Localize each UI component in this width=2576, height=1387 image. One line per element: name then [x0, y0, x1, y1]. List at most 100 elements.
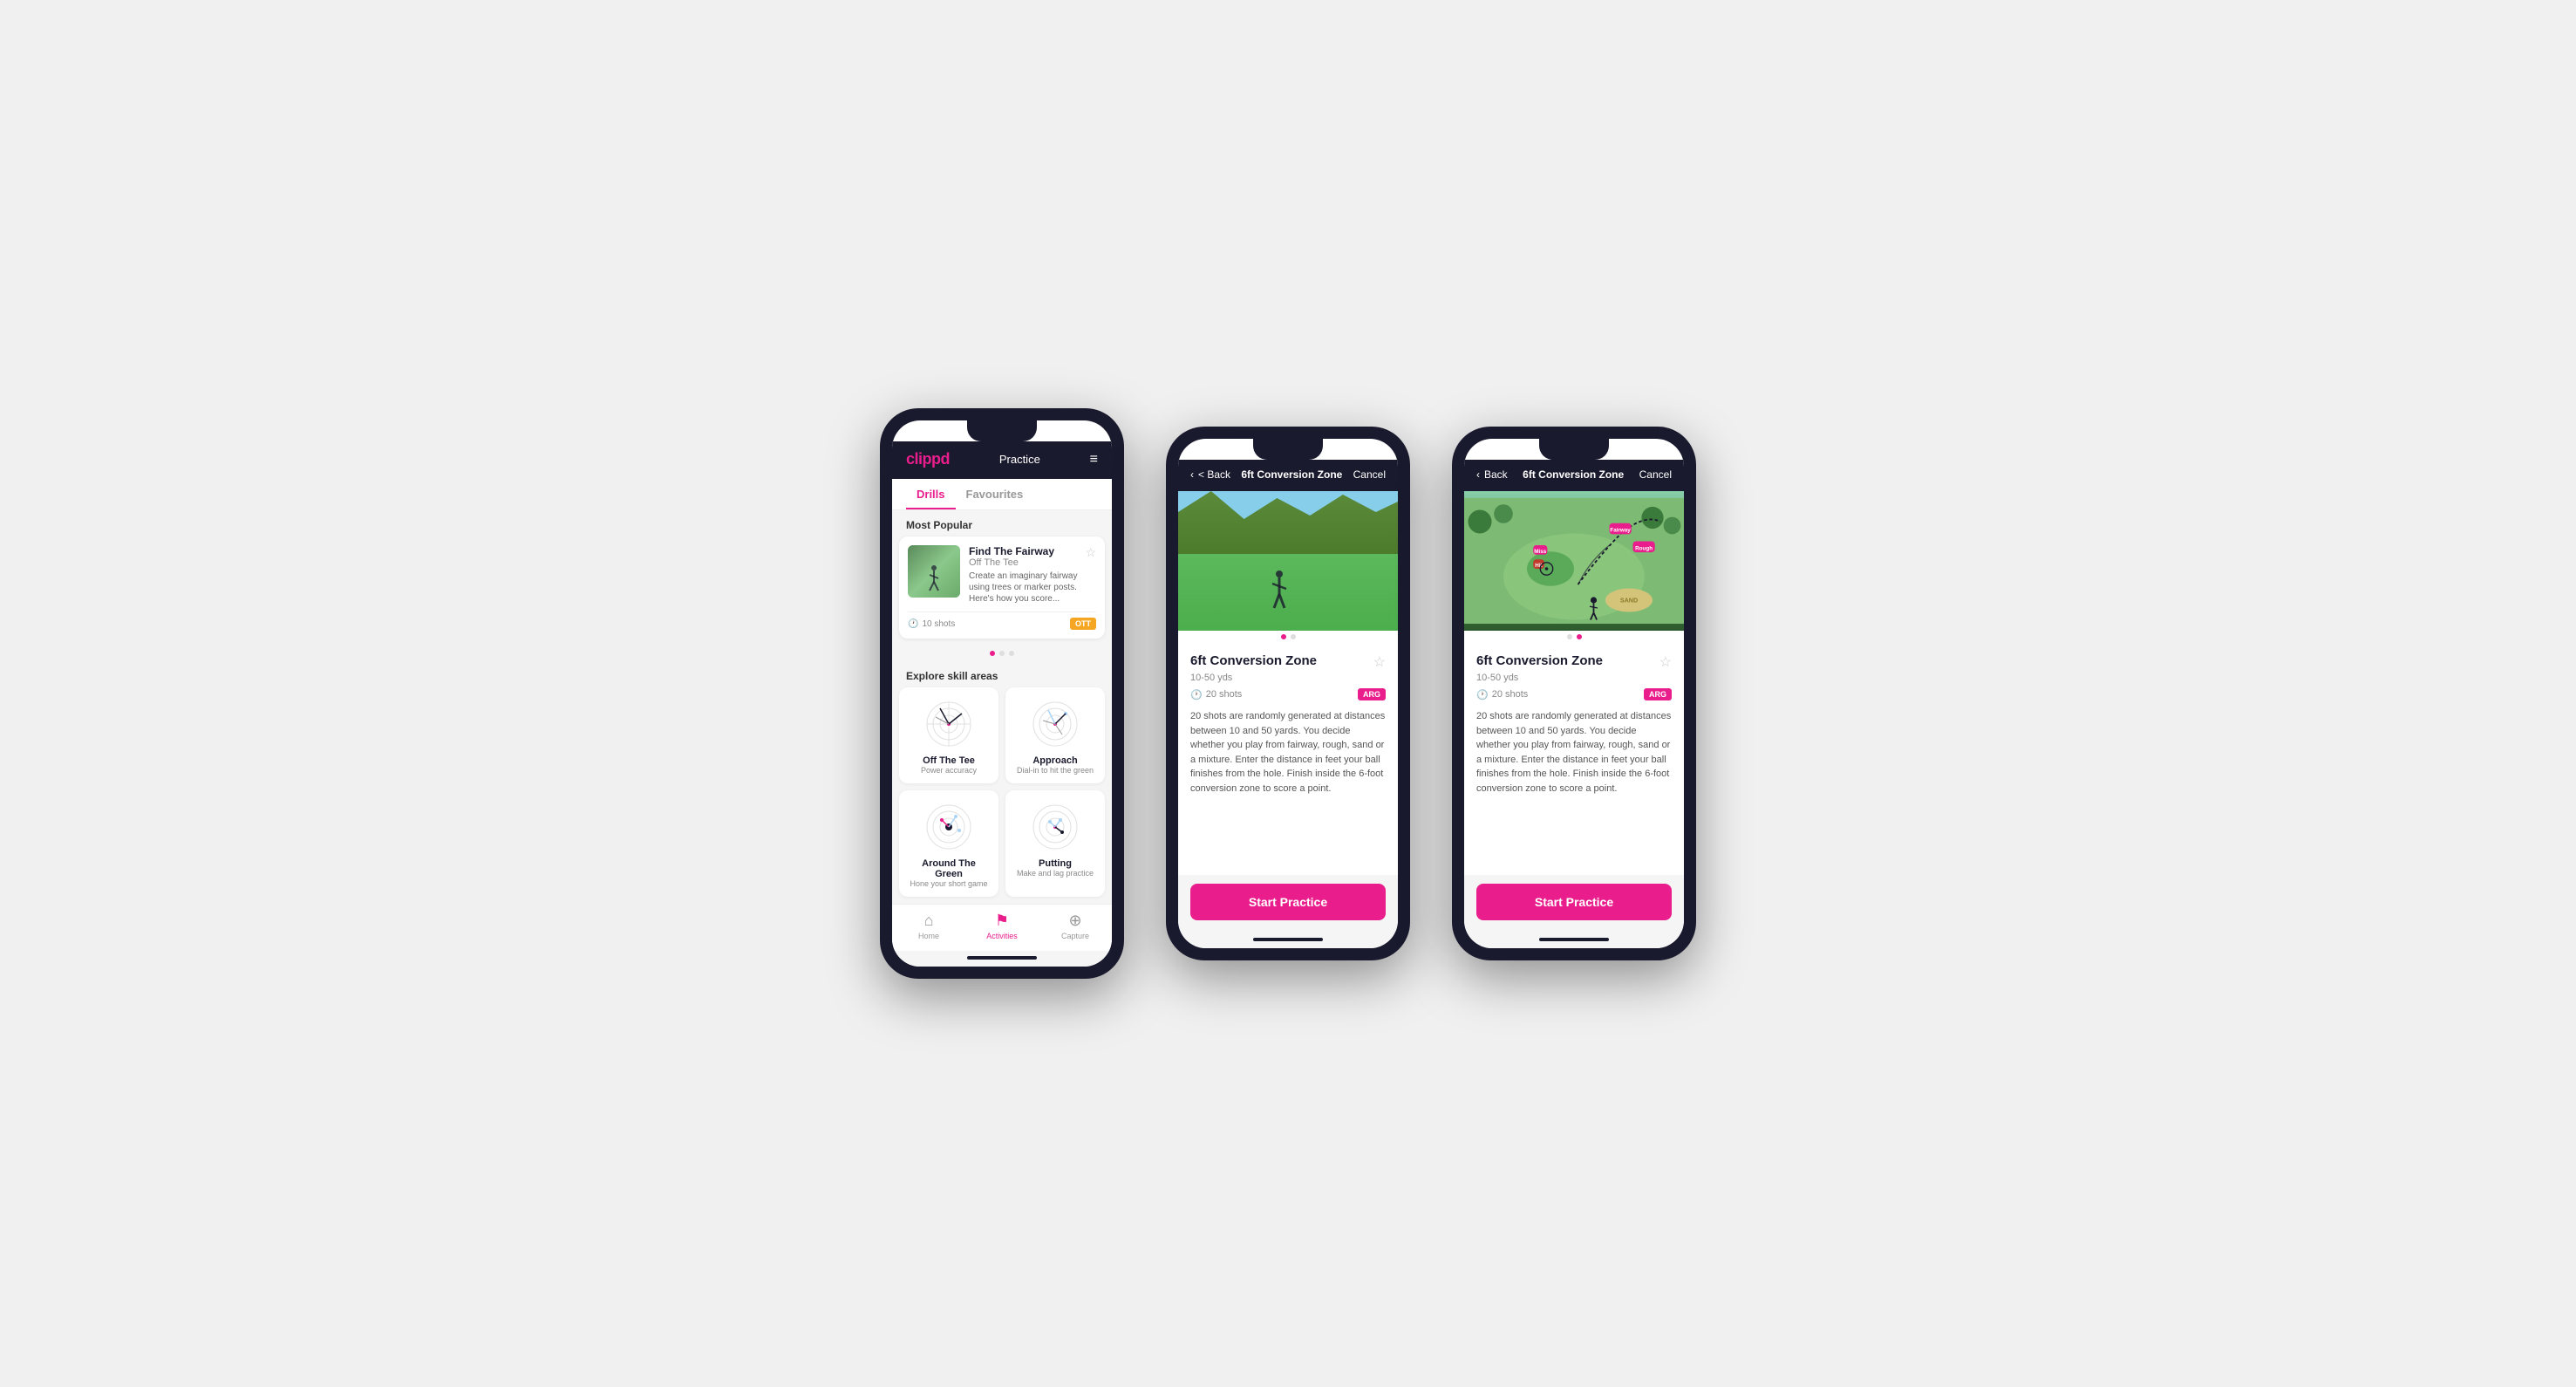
drill-main-title-2: 6ft Conversion Zone: [1190, 653, 1317, 668]
putting-skill-name: Putting: [1039, 858, 1072, 869]
putting-skill-icon: [1029, 801, 1081, 853]
phone-2: ‹ < Back 6ft Conversion Zone Cancel: [1166, 427, 1410, 960]
drill-name: Find The Fairway: [969, 545, 1096, 557]
capture-label: Capture: [1061, 932, 1089, 940]
skill-card-approach[interactable]: Approach Dial-in to hit the green: [1005, 687, 1105, 783]
dot-2: [999, 651, 1005, 656]
screen1-header: clippd Practice ≡: [892, 441, 1112, 479]
drill-shots-info-2: 🕐 20 shots: [1190, 689, 1242, 700]
drill-info: Find The Fairway Off The Tee Create an i…: [969, 545, 1096, 605]
screen3-title: 6ft Conversion Zone: [1523, 468, 1624, 481]
home-indicator-2: [1253, 938, 1323, 941]
nav-title: Practice: [999, 453, 1040, 466]
activities-label: Activities: [986, 932, 1018, 940]
tabs-bar: Drills Favourites: [892, 479, 1112, 510]
nav-activities[interactable]: ⚑ Activities: [965, 912, 1039, 940]
dot-1: [990, 651, 995, 656]
drill-title-row-3: 6ft Conversion Zone ☆: [1476, 653, 1672, 671]
app-logo: clippd: [906, 450, 950, 468]
back-button-3[interactable]: ‹ Back: [1476, 468, 1508, 481]
drill-shots: 🕐 10 shots: [908, 619, 955, 629]
drill-tag-arg-3: ARG: [1644, 688, 1672, 700]
drill-tag-ott: OTT: [1070, 618, 1096, 630]
nav-home[interactable]: ⌂ Home: [892, 912, 965, 940]
drill-body-3: 20 shots are randomly generated at dista…: [1476, 709, 1672, 796]
drill-body-2: 20 shots are randomly generated at dista…: [1190, 709, 1386, 796]
most-popular-label: Most Popular: [892, 510, 1112, 536]
approach-skill-name: Approach: [1032, 755, 1077, 766]
nav-capture[interactable]: ⊕ Capture: [1039, 912, 1112, 940]
skill-card-ott[interactable]: Off The Tee Power accuracy: [899, 687, 998, 783]
featured-drill-card[interactable]: Find The Fairway Off The Tee Create an i…: [899, 536, 1105, 639]
favourite-icon[interactable]: ☆: [1085, 545, 1096, 560]
phone-1: clippd Practice ≡ Drills Favourites Most…: [880, 408, 1124, 979]
drill-distance-2: 10-50 yds: [1190, 673, 1386, 683]
course-map-svg: SAND Fairway Rough: [1464, 491, 1684, 631]
clock-icon-3: 🕐: [1476, 689, 1489, 700]
drill-thumbnail: [908, 545, 960, 598]
start-practice-button-3[interactable]: Start Practice: [1476, 884, 1672, 920]
start-practice-button-2[interactable]: Start Practice: [1190, 884, 1386, 920]
drill-shots-row-2: 🕐 20 shots ARG: [1190, 688, 1386, 700]
screen2-content: 6ft Conversion Zone ☆ 10-50 yds 🕐 20 sho…: [1178, 643, 1398, 875]
phone-3: ‹ Back 6ft Conversion Zone Cancel: [1452, 427, 1696, 960]
approach-icon-area: [1029, 698, 1081, 750]
clock-icon: 🕐: [908, 619, 918, 629]
drill-description: Create an imaginary fairway using trees …: [969, 571, 1096, 605]
notch-1: [967, 420, 1037, 441]
clock-icon-2: 🕐: [1190, 689, 1203, 700]
screen2-header: ‹ < Back 6ft Conversion Zone Cancel: [1178, 460, 1398, 491]
screen3-content: 6ft Conversion Zone ☆ 10-50 yds 🕐 20 sho…: [1464, 643, 1684, 875]
image-dots-2: [1178, 631, 1398, 643]
img-dot-3-2: [1577, 634, 1582, 639]
skills-grid: Off The Tee Power accuracy: [892, 687, 1112, 897]
image-dots-3: [1464, 631, 1684, 643]
approach-skill-sub: Dial-in to hit the green: [1017, 766, 1094, 775]
ott-skill-name: Off The Tee: [923, 755, 975, 766]
notch-3: [1539, 439, 1609, 460]
explore-label: Explore skill areas: [892, 661, 1112, 687]
bottom-nav: ⌂ Home ⚑ Activities ⊕ Capture: [892, 904, 1112, 951]
favourite-icon-3[interactable]: ☆: [1659, 653, 1672, 671]
drill-image-2: [1178, 491, 1398, 631]
drill-meta: 🕐 10 shots OTT: [908, 612, 1096, 630]
drill-shots-info-3: 🕐 20 shots: [1476, 689, 1528, 700]
golfer-thumb-icon: [926, 564, 942, 592]
drill-image-3: SAND Fairway Rough: [1464, 491, 1684, 631]
golfer-photo-icon: [1271, 570, 1288, 613]
home-indicator-3: [1539, 938, 1609, 941]
cancel-button-2[interactable]: Cancel: [1353, 468, 1386, 481]
ott-skill-icon: [923, 698, 975, 750]
tab-favourites[interactable]: Favourites: [956, 479, 1034, 509]
home-icon: ⌂: [924, 912, 934, 930]
approach-skill-icon: [1029, 698, 1081, 750]
chevron-left-icon-3: ‹: [1476, 468, 1480, 481]
svg-text:Miss: Miss: [1534, 549, 1546, 555]
screen1-content: Most Popular: [892, 510, 1112, 904]
svg-text:Fairway: Fairway: [1610, 528, 1631, 534]
drill-shots-row-3: 🕐 20 shots ARG: [1476, 688, 1672, 700]
back-button-2[interactable]: ‹ < Back: [1190, 468, 1230, 481]
putting-icon-area: [1029, 801, 1081, 853]
chevron-left-icon-2: ‹: [1190, 468, 1194, 481]
skill-card-atg[interactable]: Around The Green Hone your short game: [899, 790, 998, 897]
drill-category: Off The Tee: [969, 557, 1096, 568]
ott-skill-sub: Power accuracy: [921, 766, 977, 775]
screen3-header: ‹ Back 6ft Conversion Zone Cancel: [1464, 460, 1684, 491]
capture-icon: ⊕: [1068, 912, 1081, 930]
atg-skill-icon: [923, 801, 975, 853]
svg-text:Rough: Rough: [1635, 545, 1653, 551]
atg-skill-name: Around The Green: [908, 858, 990, 879]
notch-2: [1253, 439, 1323, 460]
cancel-button-3[interactable]: Cancel: [1639, 468, 1672, 481]
skill-card-putting[interactable]: Putting Make and lag practice: [1005, 790, 1105, 897]
activities-icon: ⚑: [995, 912, 1009, 930]
drill-tag-arg-2: ARG: [1358, 688, 1386, 700]
carousel-dots: [892, 646, 1112, 661]
home-label: Home: [918, 932, 939, 940]
ott-icon-area: [923, 698, 975, 750]
tab-drills[interactable]: Drills: [906, 479, 956, 509]
hamburger-icon[interactable]: ≡: [1090, 452, 1098, 468]
favourite-icon-2[interactable]: ☆: [1373, 653, 1386, 671]
scene: clippd Practice ≡ Drills Favourites Most…: [845, 373, 1731, 1014]
